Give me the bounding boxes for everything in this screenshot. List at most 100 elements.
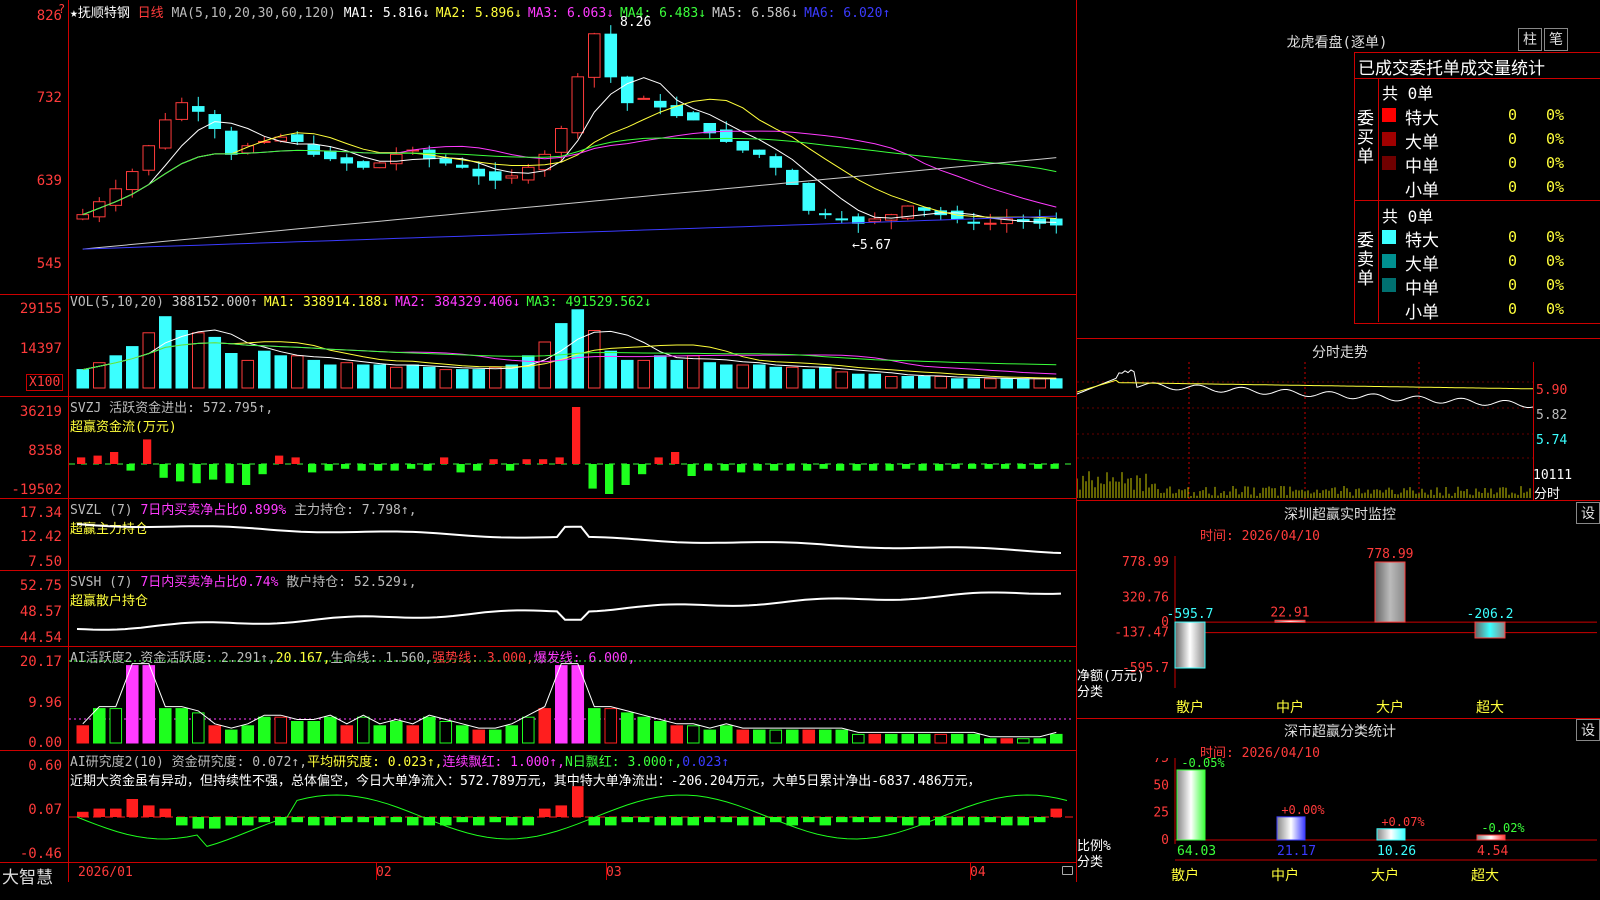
low-price-mark: ←5.67 [852,238,891,253]
activity-bar [407,726,419,743]
sz-y-axis-label: 净额(万元) [1077,669,1145,684]
flow-bar [391,464,399,471]
activity-bar [638,717,650,743]
volume-bar [457,370,469,388]
activity-bar [490,730,502,743]
sz-bar [1175,622,1205,668]
research-bar [160,809,172,817]
activity-bar [358,717,370,743]
flow-bar [242,464,250,485]
main-holding-chart[interactable] [69,499,1076,570]
candle-body [836,219,848,220]
activity-bar [308,722,320,744]
volume-bar [292,356,304,388]
order-count: 0 [1508,154,1517,172]
flow-bar [638,464,646,474]
retail-holding-chart[interactable] [69,571,1076,646]
volume-bar [704,363,716,388]
flow-bar [292,457,300,464]
activity-bar [77,726,89,743]
flow-bar [688,464,696,476]
shc-bar-value: 10.26 [1377,844,1416,859]
flow-bar [473,464,481,471]
activity-bar [770,730,782,743]
research-bar [754,817,766,825]
research-bar [985,817,997,822]
shc-change-label: +0.00% [1281,803,1325,817]
ai1-y-tick: 9.96 [0,695,62,711]
bar-mode-button[interactable]: 柱 [1518,28,1542,51]
activity-bar [341,726,353,743]
candlestick-chart[interactable] [69,0,1076,294]
flow-bar [985,464,993,469]
volume-bar [952,379,964,388]
vol-unit-button[interactable]: X100 [26,374,63,391]
research-bar [737,817,749,825]
shc-category-label: 大户 [1371,867,1399,884]
research-bar [77,812,89,817]
activity-bar [193,713,205,743]
volume-bar [556,324,568,388]
flow-bar [374,464,382,471]
volume-bar [803,370,815,388]
candle-body [622,77,634,103]
order-count: 0 [1508,130,1517,148]
volume-bar [226,354,238,389]
research-bar [919,817,931,825]
research-bar [94,809,106,817]
volume-bar [655,356,667,388]
sell-orders-label: 委卖单 [1357,232,1375,289]
flow-bar [556,457,564,464]
activity-bar [275,717,287,743]
activity-bar [473,730,485,743]
sz-category-bar-chart[interactable]: 75 50 25 0 -0.05% 64.03 散户 +0.00% 21.17 中户 +0.07% 1… [1077,758,1599,900]
order-percent: 0% [1546,154,1564,172]
flow-bar [127,464,135,471]
flow-bar [523,459,531,464]
candle-body [77,215,89,219]
volume-chart[interactable] [69,295,1076,396]
buy-total: 共 0单 [1382,80,1433,104]
sz-settings-button[interactable]: 设 [1576,502,1600,524]
activity-bar [242,726,254,743]
volume-bar [110,356,122,388]
candle-body [176,103,188,120]
candle-body [292,135,304,142]
svzl-y-tick: 7.50 [0,554,62,570]
shc-y-axis-label: 比例% [1077,839,1111,854]
retail-line [77,593,1061,630]
flow-bar [787,464,795,471]
volume-bar [968,379,980,388]
order-count: 0 [1508,228,1517,246]
order-color-swatch [1382,278,1396,292]
volume-bar [1051,379,1063,388]
candle-body [572,77,584,133]
flow-bar [704,464,712,471]
research-bar [490,817,502,822]
order-count: 0 [1508,178,1517,196]
ai-research-chart[interactable] [69,751,1076,862]
lock-icon[interactable] [1062,866,1073,875]
flow-bar [622,464,630,485]
flow-bar [952,464,960,469]
activity-bar [853,734,865,743]
research-bar [457,817,469,822]
shc-settings-button[interactable]: 设 [1576,719,1600,741]
candle-body [127,172,139,190]
candle-body [968,222,980,223]
ai-activity-chart[interactable] [69,647,1076,750]
sz-category-label: 中户 [1276,699,1304,716]
fund-flow-chart[interactable] [69,397,1076,498]
candle-body [985,223,997,224]
research-bar [506,817,518,825]
holding-line [77,524,1061,553]
activity-bar [605,709,617,743]
volume-bar [853,374,865,388]
research-bar [473,817,485,825]
activity-bar [325,717,337,743]
tick-mode-button[interactable]: 笔 [1544,28,1568,51]
intraday-tick: 5.74 [1536,433,1567,448]
intraday-chart[interactable] [1077,362,1533,500]
sz-flow-bar-chart[interactable]: 778.99320.760-137.47-595.7-595.7散户22.91中… [1077,540,1599,720]
candle-body [803,183,815,210]
